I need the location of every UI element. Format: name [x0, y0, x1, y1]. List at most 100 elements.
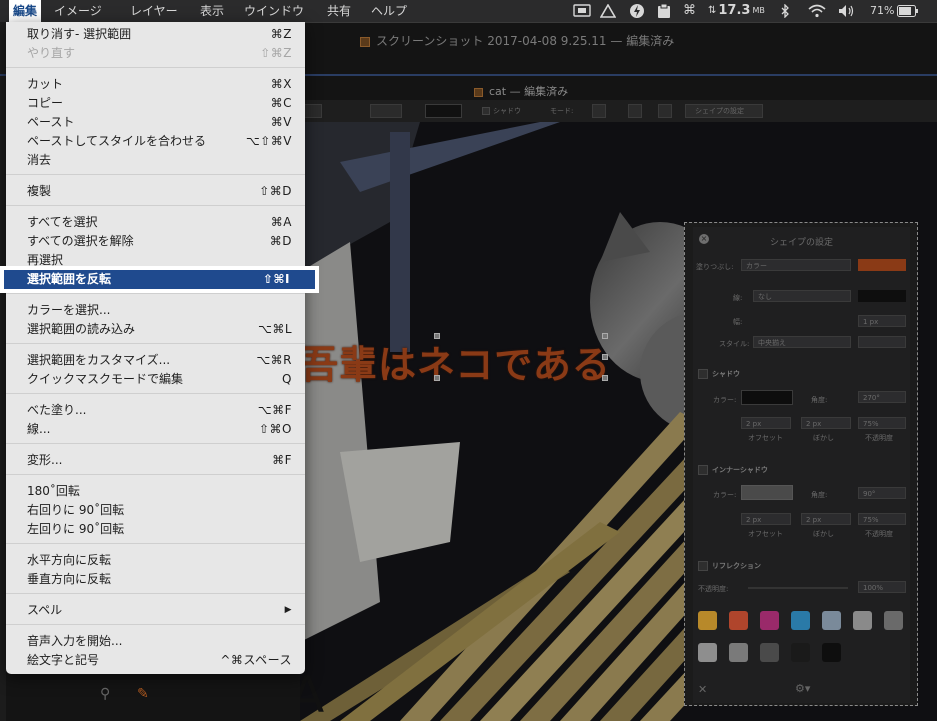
menu-item-select-color[interactable]: カラーを選択... — [6, 301, 305, 320]
menu-item-clear[interactable]: 消去 — [6, 151, 305, 170]
color-swatch[interactable] — [791, 643, 810, 662]
magnifier-icon[interactable]: ⚲ — [100, 686, 110, 702]
menu-item-invert-selection[interactable]: 選択範囲を反転 ⇧⌘I — [4, 270, 315, 289]
selection-handle[interactable] — [602, 375, 608, 381]
selection-handle[interactable] — [602, 333, 608, 339]
menu-item-customize-selection[interactable]: 選択範囲をカスタマイズ... ⌥⌘R — [6, 351, 305, 370]
color-swatch[interactable] — [698, 643, 717, 662]
color-swatch[interactable] — [822, 643, 841, 662]
menu-item-stroke[interactable]: 線... ⇧⌘O — [6, 420, 305, 439]
toolbar-field[interactable] — [370, 104, 402, 118]
drive-icon[interactable] — [600, 0, 616, 22]
selection-handle[interactable] — [602, 354, 608, 360]
menu-item-shortcut: ⌘A — [270, 215, 292, 229]
clipboard-icon[interactable] — [657, 0, 671, 22]
menu-layer[interactable]: レイヤー — [130, 0, 178, 22]
menu-item-deselect-all[interactable]: すべての選択を解除 ⌘D — [6, 232, 305, 251]
menu-share[interactable]: 共有 — [327, 0, 351, 22]
screen-icon[interactable] — [573, 0, 591, 22]
toolbar-color-field[interactable] — [425, 104, 462, 118]
menu-item-flip-horizontal[interactable]: 水平方向に反転 — [6, 551, 305, 570]
color-swatch[interactable] — [822, 611, 841, 630]
menu-item-rotate-ccw-90[interactable]: 左回りに 90˚回転 — [6, 520, 305, 539]
menu-item-flip-vertical[interactable]: 垂直方向に反転 — [6, 570, 305, 589]
inner-shadow-blur-field[interactable]: 2 px — [801, 513, 851, 525]
color-swatch[interactable] — [760, 611, 779, 630]
inner-shadow-opacity-caption: 不透明度 — [865, 530, 893, 538]
remove-icon[interactable]: ✕ — [698, 683, 707, 696]
menu-item-paste[interactable]: ペースト ⌘V — [6, 113, 305, 132]
document-icon — [474, 87, 483, 97]
mode-button[interactable] — [658, 104, 672, 118]
menu-item-undo[interactable]: 取り消す- 選択範囲 ⌘Z — [6, 25, 305, 44]
shadow-checkbox[interactable] — [698, 369, 708, 379]
menu-item-reselect[interactable]: 再選択 — [6, 251, 305, 270]
color-swatch[interactable] — [729, 643, 748, 662]
shadow-offset-field[interactable]: 2 px — [741, 417, 791, 429]
color-swatch[interactable] — [853, 611, 872, 630]
shadow-blur-field[interactable]: 2 px — [801, 417, 851, 429]
menu-item-fill[interactable]: べた塗り... ⌥⌘F — [6, 401, 305, 420]
inner-shadow-angle-field[interactable]: 90° — [858, 487, 906, 499]
menu-item-label: スペル — [27, 603, 63, 617]
selection-handle[interactable] — [434, 375, 440, 381]
inner-shadow-checkbox[interactable] — [698, 465, 708, 475]
battery-percent[interactable]: 71% — [870, 0, 894, 22]
gear-icon[interactable]: ⚙▾ — [795, 682, 810, 695]
shadow-color-well[interactable] — [741, 390, 793, 405]
menu-view[interactable]: 表示 — [200, 0, 224, 22]
line-style-select[interactable] — [858, 336, 906, 348]
menu-image[interactable]: イメージ — [54, 0, 102, 22]
menu-help[interactable]: ヘルプ — [371, 0, 407, 22]
battery-icon[interactable] — [897, 0, 919, 22]
width-field[interactable]: 1 px — [858, 315, 906, 327]
menu-item-paste-match-style[interactable]: ペーストしてスタイルを合わせる ⌥⇧⌘V — [6, 132, 305, 151]
menu-item-duplicate[interactable]: 複製 ⇧⌘D — [6, 182, 305, 201]
color-swatch[interactable] — [884, 611, 903, 630]
menu-edit[interactable]: 編集 — [9, 0, 42, 22]
menu-item-load-selection[interactable]: 選択範囲の読み込み ⌥⌘L — [6, 320, 305, 339]
border-select[interactable]: なし — [753, 290, 851, 302]
text-layer[interactable]: 吾輩はネコである — [300, 334, 611, 389]
mode-button[interactable] — [592, 104, 606, 118]
menu-item-start-dictation[interactable]: 音声入力を開始... — [6, 632, 305, 651]
shadow-angle-field[interactable]: 270° — [858, 391, 906, 403]
menu-item-spelling[interactable]: スペル ▶ — [6, 601, 305, 620]
selection-handle[interactable] — [434, 333, 440, 339]
style-select[interactable]: 中央揃え — [753, 336, 851, 348]
fill-color-well[interactable] — [858, 259, 906, 271]
color-swatch[interactable] — [729, 611, 748, 630]
color-swatch[interactable] — [791, 611, 810, 630]
menu-item-select-all[interactable]: すべてを選択 ⌘A — [6, 213, 305, 232]
color-swatch[interactable] — [760, 643, 779, 662]
inner-shadow-color-well[interactable] — [741, 485, 793, 500]
inner-shadow-offset-caption: オフセット — [748, 530, 783, 538]
menu-window[interactable]: ウインドウ — [244, 0, 304, 22]
bolt-icon[interactable] — [629, 0, 645, 22]
volume-icon[interactable] — [838, 0, 856, 22]
menu-item-copy[interactable]: コピー ⌘C — [6, 94, 305, 113]
wifi-icon[interactable] — [808, 0, 826, 22]
bluetooth-icon[interactable] — [780, 0, 790, 22]
shadow-checkbox[interactable] — [482, 107, 490, 115]
network-monitor[interactable]: ⇅ 17.3 MB — [708, 0, 765, 22]
fill-select[interactable]: カラー — [741, 259, 851, 271]
reflection-checkbox[interactable] — [698, 561, 708, 571]
menu-item-redo[interactable]: やり直す ⇧⌘Z — [6, 44, 305, 63]
color-swatch[interactable] — [698, 611, 717, 630]
shadow-opacity-field[interactable]: 75% — [858, 417, 906, 429]
menu-item-quick-mask[interactable]: クイックマスクモードで編集 Q — [6, 370, 305, 389]
command-icon[interactable]: ⌘ — [683, 0, 696, 22]
reflection-opacity-slider[interactable] — [748, 587, 848, 589]
inner-shadow-offset-field[interactable]: 2 px — [741, 513, 791, 525]
menu-item-rotate-cw-90[interactable]: 右回りに 90˚回転 — [6, 501, 305, 520]
menu-item-cut[interactable]: カット ⌘X — [6, 75, 305, 94]
reflection-opacity-field[interactable]: 100% — [858, 581, 906, 593]
menu-item-rotate-180[interactable]: 180˚回転 — [6, 482, 305, 501]
inner-shadow-opacity-field[interactable]: 75% — [858, 513, 906, 525]
menu-item-transform[interactable]: 変形... ⌘F — [6, 451, 305, 470]
brush-icon[interactable]: ✎ — [137, 686, 149, 702]
border-color-well[interactable] — [858, 290, 906, 302]
menu-item-emoji-symbols[interactable]: 絵文字と記号 ^⌘スペース — [6, 651, 305, 670]
mode-button[interactable] — [628, 104, 642, 118]
